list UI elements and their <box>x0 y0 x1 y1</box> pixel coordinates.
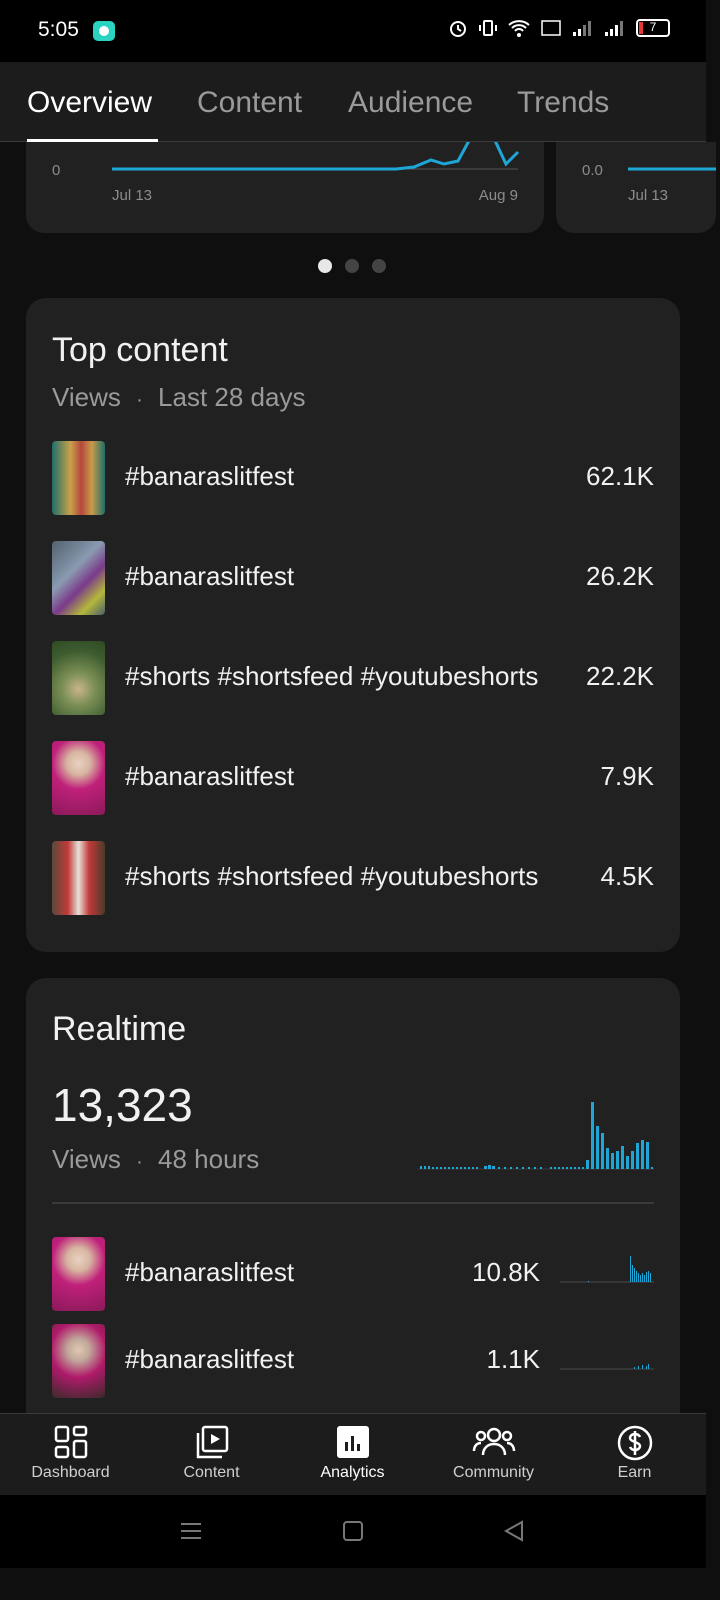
video-thumbnail <box>52 541 105 615</box>
chart-2-x-start-label: Jul 13 <box>628 187 669 204</box>
tab-content[interactable]: Content <box>197 86 302 120</box>
realtime-bar-chart <box>418 1102 654 1170</box>
realtime-row[interactable]: #banaraslitfest 10.8K <box>52 1237 654 1311</box>
top-content-card[interactable]: Top content Views · Last 28 days #banara… <box>26 298 680 952</box>
bottom-navigation: Dashboard Content Analytics Community Ea… <box>0 1413 706 1495</box>
home-icon[interactable] <box>341 1519 365 1543</box>
pagination-dot-2[interactable] <box>345 259 359 273</box>
top-content-title: Top content <box>52 331 228 369</box>
nav-earn[interactable]: Earn <box>564 1414 705 1496</box>
top-content-row[interactable]: #shorts #shortsfeed #youtubeshorts 22.2K <box>52 641 654 715</box>
tab-audience[interactable]: Audience <box>348 86 473 120</box>
video-thumbnail <box>52 741 105 815</box>
menu-icon[interactable] <box>179 1519 203 1543</box>
realtime-divider <box>52 1202 654 1204</box>
pagination-dot-3[interactable] <box>372 259 386 273</box>
video-title: #shorts #shortsfeed #youtubeshorts <box>125 661 539 691</box>
top-content-subtitle: Views · Last 28 days <box>52 382 305 413</box>
top-content-period: Last 28 days <box>158 382 306 412</box>
top-content-metric: Views <box>52 382 121 412</box>
overview-chart-card-2[interactable]: 0.0 Jul 13 <box>556 142 716 233</box>
separator-dot: · <box>136 389 143 411</box>
analytics-icon <box>336 1426 369 1458</box>
tab-bar: Overview Content Audience Trends <box>0 62 706 142</box>
chart-2-y-zero-label: 0.0 <box>582 162 603 179</box>
chart-y-zero-label: 0 <box>52 162 61 179</box>
nav-dashboard[interactable]: Dashboard <box>0 1414 141 1496</box>
video-sparkline <box>560 1364 654 1370</box>
video-title: #banaraslitfest <box>125 1344 295 1374</box>
nav-label: Analytics <box>320 1464 385 1481</box>
video-thumbnail <box>52 1237 105 1311</box>
alarm-icon <box>450 21 466 37</box>
video-views: 7.9K <box>600 761 655 791</box>
video-title: #banaraslitfest <box>125 761 295 791</box>
top-content-row[interactable]: #banaraslitfest 26.2K <box>52 541 654 615</box>
tab-overview[interactable]: Overview <box>27 86 152 120</box>
realtime-row[interactable]: #banaraslitfest 1.1K <box>52 1324 654 1398</box>
vibrate-icon <box>479 20 497 36</box>
separator-dot: · <box>136 1151 143 1173</box>
wifi-icon <box>508 20 530 37</box>
realtime-title: Realtime <box>52 1010 187 1048</box>
notification-app-icon <box>93 21 115 41</box>
battery-icon: 7 <box>636 19 670 37</box>
video-title: #shorts #shortsfeed #youtubeshorts <box>125 861 539 891</box>
content-icon <box>196 1425 228 1459</box>
nav-label: Content <box>183 1464 240 1481</box>
status-time: 5:05 <box>38 18 79 41</box>
top-content-row[interactable]: #banaraslitfest 62.1K <box>52 441 654 515</box>
video-title: #banaraslitfest <box>125 561 295 591</box>
pagination-dot-1[interactable] <box>318 259 332 273</box>
dashboard-icon <box>54 1425 87 1459</box>
video-thumbnail <box>52 641 105 715</box>
video-title: #banaraslitfest <box>125 461 295 491</box>
video-views: 4.5K <box>600 861 655 891</box>
overview-chart-card[interactable]: 0 Jul 13 Aug 9 <box>26 142 544 233</box>
volte-icon <box>541 20 561 36</box>
nav-community[interactable]: Community <box>423 1414 564 1496</box>
status-icons: 7 <box>448 18 670 38</box>
community-icon <box>472 1427 515 1456</box>
top-content-row[interactable]: #shorts #shortsfeed #youtubeshorts 4.5K <box>52 841 654 915</box>
realtime-subtitle: Views · 48 hours <box>52 1144 259 1175</box>
realtime-metric: Views <box>52 1144 121 1174</box>
signal-icon <box>573 21 591 36</box>
nav-label: Earn <box>617 1464 652 1481</box>
video-thumbnail <box>52 841 105 915</box>
realtime-period: 48 hours <box>158 1144 260 1174</box>
video-views: 1.1K <box>486 1344 541 1374</box>
realtime-total-views: 13,323 <box>52 1079 193 1131</box>
video-sparkline <box>560 1256 654 1283</box>
chart-x-end-label: Aug 9 <box>478 187 518 204</box>
signal-icon-2 <box>605 21 623 36</box>
battery-level: 7 <box>649 20 657 34</box>
video-views: 62.1K <box>586 461 654 491</box>
video-title: #banaraslitfest <box>125 1257 295 1287</box>
overview-line-chart <box>112 142 520 171</box>
video-thumbnail <box>52 441 105 515</box>
video-views: 22.2K <box>586 661 654 691</box>
nav-label: Community <box>453 1464 534 1481</box>
system-navigation-bar <box>0 1495 706 1568</box>
nav-analytics[interactable]: Analytics <box>282 1414 423 1496</box>
realtime-card[interactable]: Realtime 13,323 Views · 48 hours #banara… <box>26 978 680 1418</box>
back-icon[interactable] <box>502 1519 526 1543</box>
earn-icon <box>617 1425 652 1461</box>
tab-trends[interactable]: Trends <box>517 86 609 120</box>
carousel-pagination <box>318 259 386 273</box>
status-bar: 5:05 7 <box>0 0 706 62</box>
video-views: 26.2K <box>586 561 654 591</box>
chart-x-start-label: Jul 13 <box>112 187 153 204</box>
video-thumbnail <box>52 1324 105 1398</box>
nav-content[interactable]: Content <box>141 1414 282 1496</box>
top-content-row[interactable]: #banaraslitfest 7.9K <box>52 741 654 815</box>
video-views: 10.8K <box>472 1257 540 1287</box>
nav-label: Dashboard <box>31 1464 110 1481</box>
